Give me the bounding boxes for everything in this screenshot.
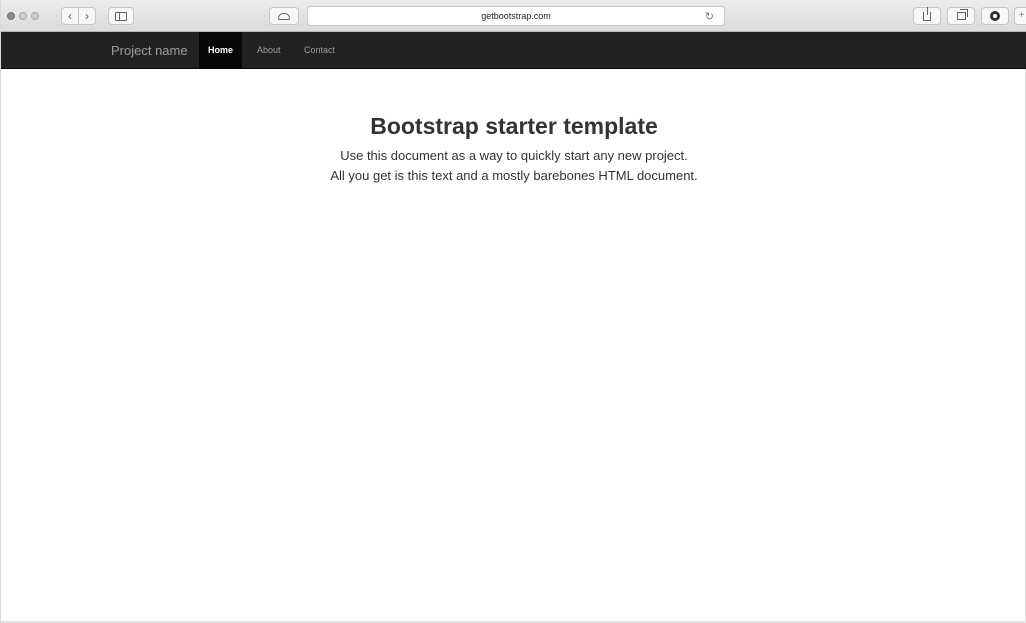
- navbar-brand[interactable]: Project name: [111, 32, 188, 69]
- share-button[interactable]: [913, 6, 941, 25]
- tabs-icon: [956, 9, 968, 20]
- share-icon: [923, 6, 931, 21]
- sidebar-toggle-button[interactable]: [108, 7, 134, 25]
- browser-toolbar: ‹ › getbootstrap.com ↻ +: [1, 0, 1026, 32]
- extension-icon: [990, 11, 1000, 21]
- navbar: Project name Home About Contact: [1, 32, 1026, 69]
- address-text: getbootstrap.com: [481, 11, 551, 21]
- cloud-icon: [278, 12, 290, 20]
- browser-window: ‹ › getbootstrap.com ↻ + Project name Ho…: [0, 0, 1026, 623]
- plus-icon: +: [1018, 10, 1025, 21]
- starter-template: Bootstrap starter template Use this docu…: [1, 112, 1026, 186]
- zoom-window-button[interactable]: [31, 12, 39, 20]
- extension-button[interactable]: [981, 7, 1009, 25]
- chevron-right-icon: ›: [85, 9, 89, 23]
- minimize-window-button[interactable]: [19, 12, 27, 20]
- reload-icon[interactable]: ↻: [705, 10, 714, 23]
- address-bar[interactable]: getbootstrap.com ↻: [307, 6, 725, 26]
- nav-item-home[interactable]: Home: [199, 32, 242, 69]
- chevron-left-icon: ‹: [68, 9, 72, 23]
- back-button[interactable]: ‹: [61, 7, 79, 25]
- show-all-tabs-button[interactable]: [947, 7, 975, 25]
- icloud-tabs-button[interactable]: [269, 7, 299, 25]
- close-window-button[interactable]: [7, 12, 15, 20]
- forward-button[interactable]: ›: [78, 7, 96, 25]
- new-tab-button[interactable]: +: [1014, 7, 1026, 25]
- nav-item-contact[interactable]: Contact: [295, 32, 344, 69]
- nav-item-about[interactable]: About: [248, 32, 290, 69]
- sidebar-icon: [115, 11, 127, 21]
- lead-line-2: All you get is this text and a mostly ba…: [330, 168, 698, 183]
- lead-line-1: Use this document as a way to quickly st…: [340, 148, 688, 163]
- page-heading: Bootstrap starter template: [370, 113, 658, 139]
